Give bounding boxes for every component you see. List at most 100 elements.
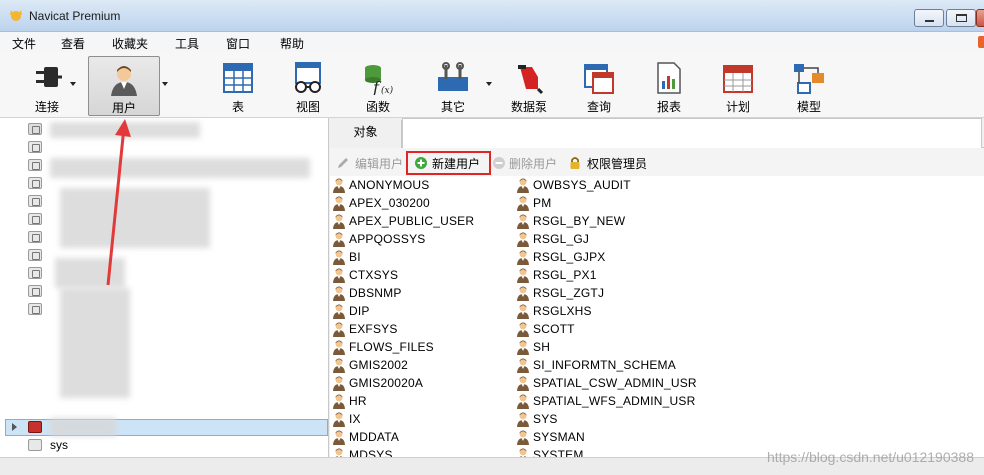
close-button[interactable] <box>976 9 984 27</box>
table-label: 表 <box>231 100 244 114</box>
user-item[interactable]: SCOTT <box>514 320 694 338</box>
tab-content-area <box>402 118 982 148</box>
user-icon <box>517 268 529 283</box>
connect-dropdown-icon[interactable] <box>70 82 76 86</box>
user-item[interactable]: IX <box>330 410 510 428</box>
user-item[interactable]: RSGL_BY_NEW <box>514 212 694 230</box>
datapump-button[interactable]: 数据泵 <box>499 56 559 116</box>
user-item[interactable]: APEX_030200 <box>330 194 510 212</box>
other-button[interactable]: 其它 <box>423 56 483 116</box>
user-icon <box>333 394 345 409</box>
user-item[interactable]: RSGL_ZGTJ <box>514 284 694 302</box>
database-icon <box>28 421 42 433</box>
model-icon <box>794 64 824 94</box>
query-button[interactable]: 查询 <box>569 56 629 116</box>
connect-button[interactable]: 连接 <box>17 56 77 116</box>
tab-objects[interactable]: 对象 <box>330 120 402 148</box>
user-item[interactable]: MDSYS <box>330 446 510 457</box>
database-icon <box>28 267 42 279</box>
model-button[interactable]: 模型 <box>779 56 839 116</box>
user-icon <box>333 196 345 211</box>
user-name: RSGLXHS <box>533 304 592 318</box>
edit-user-button[interactable]: 编辑用户 <box>355 155 403 172</box>
user-icon <box>333 214 345 229</box>
user-item[interactable]: SI_INFORMTN_SCHEMA <box>514 356 694 374</box>
user-item[interactable]: DBSNMP <box>330 284 510 302</box>
user-item[interactable]: SPATIAL_CSW_ADMIN_USR <box>514 374 697 392</box>
user-item[interactable]: SPATIAL_WFS_ADMIN_USR <box>514 392 695 410</box>
user-name: GMIS20020A <box>349 376 424 390</box>
report-button[interactable]: 报表 <box>639 56 699 116</box>
user-name: SPATIAL_CSW_ADMIN_USR <box>533 376 697 390</box>
user-item[interactable]: SYSMAN <box>514 428 694 446</box>
user-icon <box>333 250 345 265</box>
table-button[interactable]: 表 <box>208 56 268 116</box>
user-button[interactable]: 用户 <box>88 56 160 116</box>
user-item[interactable]: DIP <box>330 302 510 320</box>
user-item[interactable]: SH <box>514 338 694 356</box>
menu-tools[interactable]: 工具 <box>175 35 199 52</box>
user-name: SH <box>533 340 551 354</box>
report-icon <box>657 62 681 94</box>
user-name: APEX_PUBLIC_USER <box>349 214 475 228</box>
delete-user-button[interactable]: 删除用户 <box>509 155 557 172</box>
user-icon <box>333 304 345 319</box>
user-item[interactable]: OWBSYS_AUDIT <box>514 176 694 194</box>
user-icon <box>517 412 529 427</box>
user-name: MDSYS <box>349 448 393 457</box>
function-icon: f (x) <box>365 65 394 95</box>
new-user-button[interactable]: 新建用户 <box>432 155 480 172</box>
tree-item-sys[interactable]: sys <box>50 438 68 452</box>
function-button[interactable]: f (x) 函数 <box>348 56 408 116</box>
menu-view[interactable]: 查看 <box>61 35 85 52</box>
user-name: PM <box>533 196 552 210</box>
user-icon <box>517 430 529 445</box>
user-item[interactable]: RSGL_PX1 <box>514 266 694 284</box>
user-item[interactable]: RSGL_GJ <box>514 230 694 248</box>
object-panel: 对象 编辑用户 新建用户 删除用户 权限管理员 ANONYMOUS APEX_03… <box>330 118 984 457</box>
user-item[interactable]: SYSTEM <box>514 446 694 457</box>
user-item[interactable]: PM <box>514 194 694 212</box>
user-item[interactable]: EXFSYS <box>330 320 510 338</box>
user-name: FLOWS_FILES <box>349 340 434 354</box>
user-name: CTXSYS <box>349 268 399 282</box>
menu-file[interactable]: 文件 <box>12 35 36 52</box>
minimize-button[interactable] <box>914 9 944 27</box>
user-name: EXFSYS <box>349 322 398 336</box>
function-label: 函数 <box>365 100 390 114</box>
user-item[interactable]: RSGL_GJPX <box>514 248 694 266</box>
user-item[interactable]: APEX_PUBLIC_USER <box>330 212 510 230</box>
menu-favorites[interactable]: 收藏夹 <box>112 35 148 52</box>
user-item[interactable]: BI <box>330 248 510 266</box>
menu-window[interactable]: 窗口 <box>226 35 250 52</box>
datapump-label: 数据泵 <box>510 100 547 114</box>
user-item[interactable]: FLOWS_FILES <box>330 338 510 356</box>
user-item[interactable]: SYS <box>514 410 694 428</box>
user-item[interactable]: MDDATA <box>330 428 510 446</box>
user-icon <box>517 358 529 373</box>
other-dropdown-icon[interactable] <box>486 82 492 86</box>
connection-tree: sys <box>0 118 329 457</box>
expand-arrow-icon[interactable] <box>12 423 17 431</box>
user-item[interactable]: GMIS20020A <box>330 374 510 392</box>
maximize-button[interactable] <box>946 9 976 27</box>
user-icon <box>333 340 345 355</box>
user-item[interactable]: APPQOSSYS <box>330 230 510 248</box>
user-dropdown-icon[interactable] <box>162 82 168 86</box>
user-icon <box>333 232 345 247</box>
connect-label: 连接 <box>34 100 59 114</box>
menu-help[interactable]: 帮助 <box>280 35 304 52</box>
user-item[interactable]: RSGLXHS <box>514 302 694 320</box>
user-item[interactable]: HR <box>330 392 510 410</box>
glasses-icon <box>295 62 321 93</box>
user-icon <box>335 448 343 457</box>
schedule-button[interactable]: 计划 <box>708 56 768 116</box>
database-icon <box>28 249 42 261</box>
view-button[interactable]: 视图 <box>278 56 338 116</box>
privilege-manager-button[interactable]: 权限管理员 <box>587 155 647 172</box>
user-item[interactable]: ANONYMOUS <box>330 176 510 194</box>
user-item[interactable]: CTXSYS <box>330 266 510 284</box>
redacted-area <box>50 158 310 178</box>
user-item[interactable]: GMIS2002 <box>330 356 510 374</box>
tree-item[interactable] <box>28 141 328 155</box>
